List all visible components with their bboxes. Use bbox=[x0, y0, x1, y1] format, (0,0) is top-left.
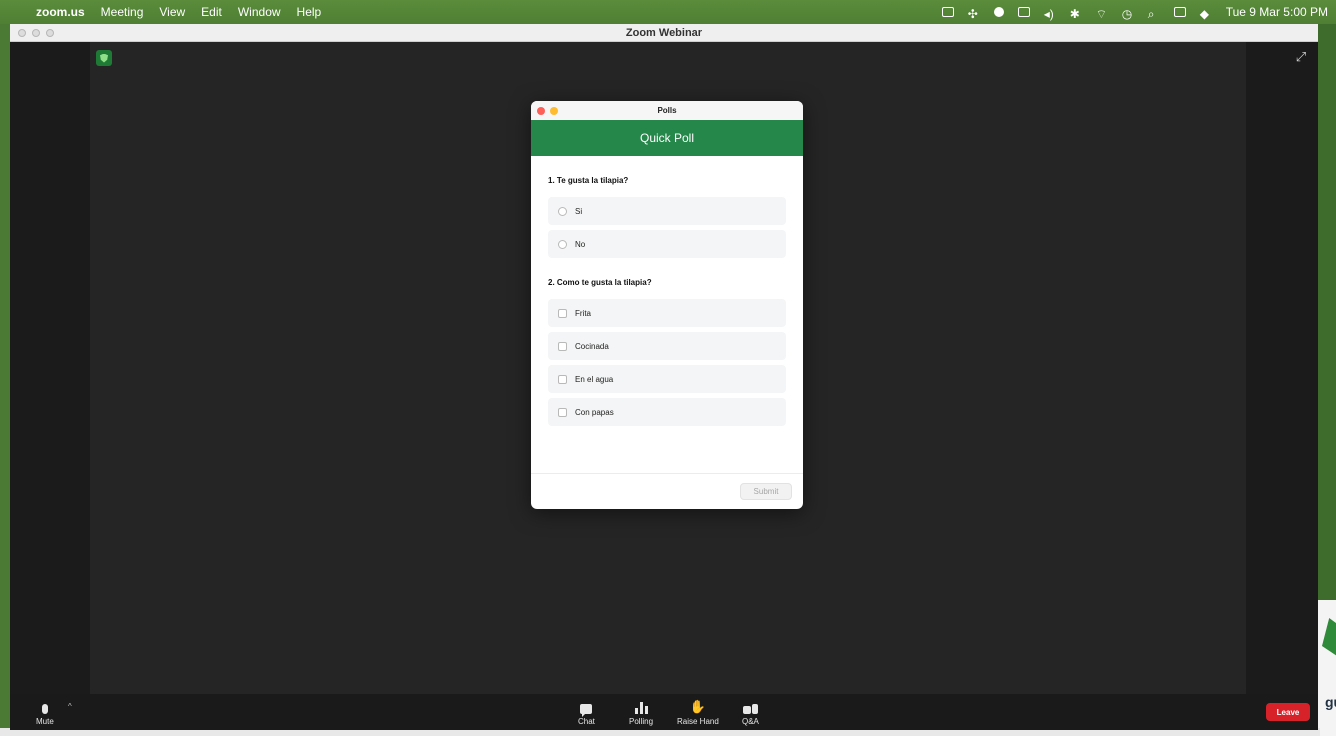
window-traffic-lights bbox=[10, 28, 54, 37]
encryption-shield-icon[interactable] bbox=[96, 50, 112, 66]
menu-view[interactable]: View bbox=[159, 5, 185, 19]
checkbox[interactable] bbox=[558, 341, 567, 351]
clock-app-icon[interactable]: ◷ bbox=[1122, 7, 1134, 21]
chat-label: Chat bbox=[578, 717, 595, 726]
siri-icon[interactable]: ◆ bbox=[1200, 7, 1212, 21]
checkbox[interactable] bbox=[558, 374, 567, 384]
mute-label: Mute bbox=[36, 717, 54, 726]
chat-button[interactable]: Chat bbox=[578, 698, 595, 726]
poll-body: 1. Te gusta la tilapia? Si No 2. Como te… bbox=[531, 176, 803, 426]
leave-button[interactable]: Leave bbox=[1266, 703, 1310, 721]
raise-hand-label: Raise Hand bbox=[677, 717, 719, 726]
polls-dialog: Polls Quick Poll 1. Te gusta la tilapia?… bbox=[531, 101, 803, 509]
raise-hand-icon: ✋ bbox=[689, 699, 706, 714]
control-center-icon[interactable] bbox=[1173, 7, 1186, 17]
question-1-label: 1. Te gusta la tilapia? bbox=[548, 176, 629, 185]
app-status-icon[interactable] bbox=[993, 7, 1004, 17]
polling-label: Polling bbox=[629, 717, 654, 726]
checkbox[interactable] bbox=[558, 407, 567, 417]
option-label: Si bbox=[575, 206, 583, 216]
qa-label: Q&A bbox=[742, 717, 759, 726]
window-close-button[interactable] bbox=[18, 28, 26, 37]
extension-icon[interactable]: ✣ bbox=[968, 7, 980, 21]
question-2-label: 2. Como te gusta la tilapia? bbox=[548, 278, 652, 287]
status-area: ✣ ◂) ✱ ⌔ ◷ ⌕ ◆ Tue 9 Mar 5:00 PM bbox=[941, 0, 1328, 24]
polling-icon bbox=[634, 702, 648, 714]
submit-button[interactable]: Submit bbox=[740, 483, 792, 500]
menu-app-name[interactable]: zoom.us bbox=[36, 5, 85, 19]
poll-footer: Submit bbox=[531, 473, 803, 509]
battery-app-icon[interactable] bbox=[1017, 7, 1030, 17]
window-title: Zoom Webinar bbox=[625, 26, 703, 39]
menu-help[interactable]: Help bbox=[297, 5, 322, 19]
desktop-side-text: gu bbox=[1325, 694, 1336, 710]
option-label: En el agua bbox=[575, 374, 614, 384]
microphone-icon bbox=[41, 704, 48, 714]
option-en-el-agua[interactable]: En el agua bbox=[548, 365, 786, 393]
option-label: Con papas bbox=[575, 407, 614, 417]
spotlight-search-icon[interactable]: ⌕ bbox=[1148, 7, 1160, 21]
desktop-window-edge bbox=[1318, 600, 1336, 736]
option-label: No bbox=[575, 239, 586, 249]
option-con-papas[interactable]: Con papas bbox=[548, 398, 786, 426]
polls-window-title: Polls bbox=[657, 106, 677, 115]
menu-list: zoom.us Meeting View Edit Window Help bbox=[36, 5, 321, 19]
qa-icon bbox=[742, 704, 758, 714]
radio-button[interactable] bbox=[558, 239, 567, 249]
volume-icon[interactable]: ◂) bbox=[1044, 7, 1056, 21]
audio-options-chevron-icon[interactable]: ^ bbox=[68, 702, 72, 711]
fullscreen-expand-icon[interactable]: ⤢ bbox=[1294, 50, 1308, 64]
option-si[interactable]: Si bbox=[548, 197, 786, 225]
option-no[interactable]: No bbox=[548, 230, 786, 258]
menubar-clock[interactable]: Tue 9 Mar 5:00 PM bbox=[1226, 5, 1328, 19]
window-titlebar[interactable]: Zoom Webinar bbox=[10, 24, 1318, 42]
poll-title: Quick Poll bbox=[531, 120, 803, 156]
window-zoom-button[interactable] bbox=[46, 28, 54, 37]
menu-window[interactable]: Window bbox=[238, 5, 281, 19]
radio-button[interactable] bbox=[558, 206, 567, 216]
wifi-icon[interactable]: ⌔ bbox=[1096, 7, 1108, 21]
option-label: Cocinada bbox=[575, 341, 609, 351]
polling-button[interactable]: Polling bbox=[629, 698, 653, 726]
window-minimize-button[interactable] bbox=[32, 28, 40, 37]
mute-button[interactable]: Mute bbox=[36, 698, 54, 726]
polls-titlebar[interactable]: Polls bbox=[531, 101, 803, 120]
screen-share-icon[interactable] bbox=[941, 7, 954, 17]
meeting-toolbar: Mute ^ Chat Polling ✋ Raise Hand Q&A Lea… bbox=[10, 694, 1318, 730]
option-label: Frita bbox=[575, 308, 591, 318]
checkbox[interactable] bbox=[558, 308, 567, 318]
menu-bar: zoom.us Meeting View Edit Window Help ✣ … bbox=[0, 0, 1336, 24]
menu-edit[interactable]: Edit bbox=[201, 5, 222, 19]
chat-icon bbox=[580, 704, 593, 717]
option-frita[interactable]: Frita bbox=[548, 299, 786, 327]
bluetooth-icon[interactable]: ✱ bbox=[1070, 7, 1082, 21]
qa-button[interactable]: Q&A bbox=[742, 698, 759, 726]
raise-hand-button[interactable]: ✋ Raise Hand bbox=[677, 698, 719, 727]
option-cocinada[interactable]: Cocinada bbox=[548, 332, 786, 360]
menu-meeting[interactable]: Meeting bbox=[101, 5, 144, 19]
